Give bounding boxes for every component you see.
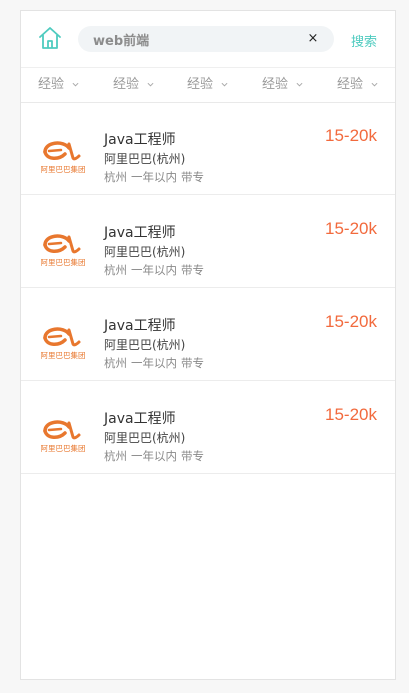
filter-bar: 经验 经验 经验 经验 经验 xyxy=(21,67,395,103)
alibaba-logo: 阿里巴巴集团 xyxy=(41,327,86,360)
company-name: 阿里巴巴(杭州) xyxy=(104,245,186,259)
filter-label: 经验 xyxy=(113,77,140,92)
svg-text:阿里巴巴集团: 阿里巴巴集团 xyxy=(41,443,86,453)
job-salary: 15-20k xyxy=(325,126,377,145)
company-name: 阿里巴巴(杭州) xyxy=(104,338,186,352)
job-experience: 一年以内 xyxy=(131,356,177,370)
search-header: × 搜索 xyxy=(21,11,395,67)
svg-text:阿里巴巴集团: 阿里巴巴集团 xyxy=(41,350,86,360)
job-experience: 一年以内 xyxy=(131,170,177,184)
job-city: 杭州 xyxy=(104,449,127,463)
job-salary: 15-20k xyxy=(325,312,377,331)
job-experience: 一年以内 xyxy=(131,263,177,277)
job-meta: 杭州 一年以内 带专 xyxy=(104,169,208,185)
chevron-down-icon xyxy=(72,82,79,87)
job-education: 带专 xyxy=(181,263,204,277)
job-list-item[interactable]: 阿里巴巴集团 Java工程师 阿里巴巴(杭州) 杭州 一年以内 带专 15-20k xyxy=(21,288,395,381)
alibaba-logo: 阿里巴巴集团 xyxy=(41,420,86,453)
chevron-down-icon xyxy=(296,82,303,87)
company-name: 阿里巴巴(杭州) xyxy=(104,152,186,166)
job-education: 带专 xyxy=(181,449,204,463)
job-education: 带专 xyxy=(181,356,204,370)
job-title: Java工程师 xyxy=(104,132,176,148)
filter-label: 经验 xyxy=(262,77,289,92)
job-meta: 杭州 一年以内 带专 xyxy=(104,355,208,371)
job-salary: 15-20k xyxy=(325,405,377,424)
svg-text:阿里巴巴集团: 阿里巴巴集团 xyxy=(41,257,86,267)
job-city: 杭州 xyxy=(104,263,127,277)
job-title: Java工程师 xyxy=(104,411,176,427)
search-box: × xyxy=(78,26,334,52)
job-list-item[interactable]: 阿里巴巴集团 Java工程师 阿里巴巴(杭州) 杭州 一年以内 带专 15-20k xyxy=(21,195,395,288)
filter-experience-3[interactable]: 经验 xyxy=(187,68,228,102)
filter-experience-5[interactable]: 经验 xyxy=(337,68,378,102)
job-title: Java工程师 xyxy=(104,225,176,241)
filter-experience-4[interactable]: 经验 xyxy=(262,68,303,102)
job-meta: 杭州 一年以内 带专 xyxy=(104,262,208,278)
job-list-item[interactable]: 阿里巴巴集团 Java工程师 阿里巴巴(杭州) 杭州 一年以内 带专 15-20k xyxy=(21,102,395,195)
job-list-item[interactable]: 阿里巴巴集团 Java工程师 阿里巴巴(杭州) 杭州 一年以内 带专 15-20k xyxy=(21,381,395,474)
job-education: 带专 xyxy=(181,170,204,184)
chevron-down-icon xyxy=(221,82,228,87)
alibaba-logo: 阿里巴巴集团 xyxy=(41,141,86,174)
close-icon[interactable]: × xyxy=(304,30,322,48)
svg-text:阿里巴巴集团: 阿里巴巴集团 xyxy=(41,164,86,174)
job-list: 阿里巴巴集团 Java工程师 阿里巴巴(杭州) 杭州 一年以内 带专 15-20k … xyxy=(21,102,395,474)
chevron-down-icon xyxy=(147,82,154,87)
alibaba-logo: 阿里巴巴集团 xyxy=(41,234,86,267)
filter-experience-1[interactable]: 经验 xyxy=(38,68,79,102)
job-experience: 一年以内 xyxy=(131,449,177,463)
home-icon[interactable] xyxy=(37,25,63,51)
filter-label: 经验 xyxy=(337,77,364,92)
filter-label: 经验 xyxy=(187,77,214,92)
filter-experience-2[interactable]: 经验 xyxy=(113,68,154,102)
filter-label: 经验 xyxy=(38,77,65,92)
company-name: 阿里巴巴(杭州) xyxy=(104,431,186,445)
search-input[interactable] xyxy=(93,26,293,52)
job-title: Java工程师 xyxy=(104,318,176,334)
chevron-down-icon xyxy=(371,82,378,87)
search-button[interactable]: 搜索 xyxy=(351,31,377,50)
job-city: 杭州 xyxy=(104,170,127,184)
phone-screen: × 搜索 经验 经验 经验 经验 经验 阿里巴巴集团 Java工程师 阿里巴巴(… xyxy=(20,10,396,680)
job-city: 杭州 xyxy=(104,356,127,370)
job-salary: 15-20k xyxy=(325,219,377,238)
job-meta: 杭州 一年以内 带专 xyxy=(104,448,208,464)
